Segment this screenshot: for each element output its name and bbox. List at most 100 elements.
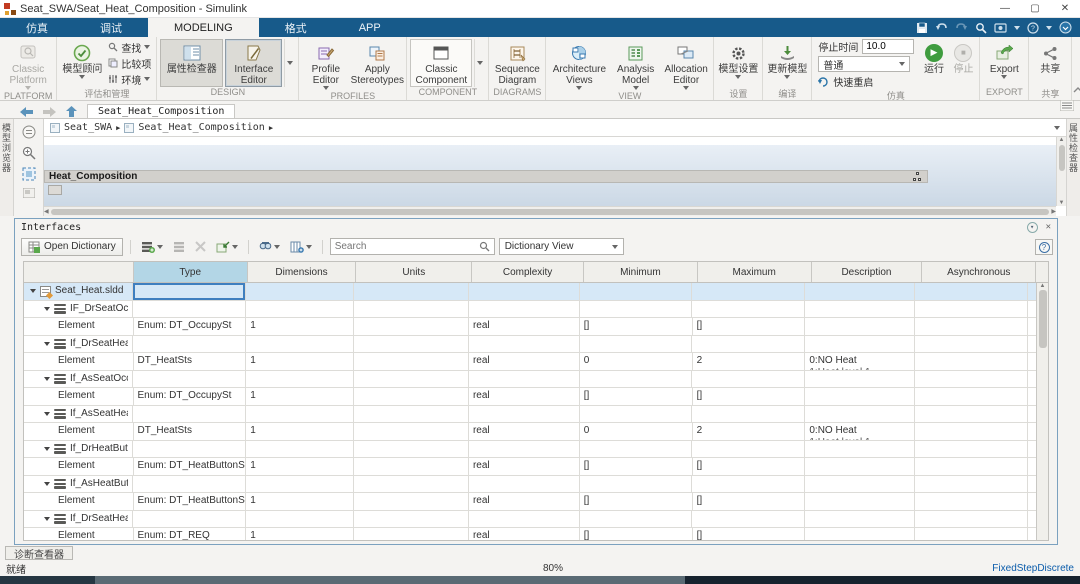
tree-cell[interactable]: Element	[24, 493, 134, 511]
cell-minimum[interactable]	[580, 301, 693, 319]
tree-cell[interactable]: Element	[24, 423, 134, 441]
cell-minimum[interactable]: []	[580, 528, 693, 540]
diagram-canvas[interactable]: Heat_Composition ▲▼ ◀▶	[44, 137, 1066, 216]
close-button[interactable]: ✕	[1050, 0, 1080, 17]
cell-type[interactable]	[133, 476, 246, 494]
help-dropdown-caret[interactable]	[1046, 26, 1052, 30]
architecture-views-button[interactable]: Architecture Views	[549, 39, 609, 91]
cell-description[interactable]	[805, 493, 915, 511]
cell-maximum[interactable]	[692, 336, 805, 354]
cell-description[interactable]	[805, 371, 915, 389]
cell-asynchronous[interactable]	[915, 441, 1028, 459]
cell-minimum[interactable]	[580, 476, 693, 494]
help-button[interactable]: ?	[1035, 239, 1053, 255]
tab-modeling[interactable]: MODELING	[148, 18, 259, 37]
cell-description[interactable]	[805, 528, 915, 540]
cell-type[interactable]: Enum: DT_HeatButtonSt	[134, 458, 247, 476]
cell-asynchronous[interactable]	[915, 458, 1028, 476]
expand-triangle-icon[interactable]	[44, 342, 50, 346]
cell-description[interactable]	[805, 406, 915, 424]
cell-dimensions[interactable]	[246, 441, 354, 459]
canvas-horizontal-scrollbar[interactable]: ◀▶	[44, 206, 1056, 216]
share-button[interactable]: 共享	[1032, 39, 1068, 87]
tab-debug[interactable]: 调试	[74, 18, 148, 37]
back-icon[interactable]	[20, 107, 33, 117]
cell-units[interactable]	[354, 441, 469, 459]
cell-complexity[interactable]: real	[469, 353, 580, 371]
cell-complexity[interactable]	[469, 441, 580, 459]
minimize-button[interactable]: —	[990, 0, 1020, 17]
table-row-interface[interactable]: IF_DrSeatOccup	[24, 301, 1036, 319]
export-button[interactable]: Export	[983, 39, 1025, 87]
cell-dimensions[interactable]	[246, 336, 354, 354]
table-row-interface[interactable]: If_DrSeatHeatCo	[24, 511, 1036, 529]
table-row-element[interactable]: ElementEnum: DT_OccupySt1real[][]	[24, 388, 1036, 406]
solver-name[interactable]: FixedStepDiscrete	[992, 563, 1074, 574]
cell-units[interactable]	[354, 371, 469, 389]
table-row-element[interactable]: ElementEnum: DT_REQ1real[][]	[24, 528, 1036, 540]
breadcrumb-item-model[interactable]: Seat_SWA	[64, 122, 112, 133]
cell-asynchronous[interactable]	[915, 283, 1028, 301]
cell-maximum[interactable]: 2	[693, 423, 806, 441]
cell-units[interactable]	[354, 388, 469, 406]
columns-button[interactable]	[287, 238, 315, 256]
delete-button[interactable]	[192, 238, 209, 256]
expand-triangle-icon[interactable]	[44, 447, 50, 451]
cell-units[interactable]	[354, 406, 469, 424]
tab-format[interactable]: 格式	[259, 18, 333, 37]
search-icon[interactable]	[975, 22, 987, 34]
view-selector[interactable]: Dictionary View	[499, 238, 624, 255]
cell-maximum[interactable]	[692, 406, 805, 424]
cell-maximum[interactable]: []	[693, 528, 806, 540]
cell-complexity[interactable]: real	[469, 493, 580, 511]
heat-composition-header[interactable]: Heat_Composition	[44, 170, 928, 183]
tree-cell[interactable]: Element	[24, 458, 134, 476]
cell-maximum[interactable]	[692, 511, 805, 529]
tree-cell[interactable]: If_DrHeatButtonS	[24, 441, 133, 459]
collapse-toolstrip-icon[interactable]	[1072, 86, 1080, 94]
model-settings-button[interactable]: 模型设置	[717, 39, 759, 87]
table-row-element[interactable]: ElementEnum: DT_HeatButtonSt1real[][]	[24, 458, 1036, 476]
profile-editor-button[interactable]: Profile Editor	[302, 39, 349, 91]
column-header-maximum[interactable]: Maximum	[698, 262, 812, 282]
table-row-element[interactable]: ElementDT_HeatSts1real020:NO Heat1:Heat …	[24, 353, 1036, 371]
cell-description[interactable]	[805, 458, 915, 476]
column-header-description[interactable]: Description	[812, 262, 923, 282]
cell-description[interactable]	[805, 318, 915, 336]
expand-triangle-icon[interactable]	[44, 307, 50, 311]
cell-dimensions[interactable]: 1	[246, 353, 354, 371]
cell-asynchronous[interactable]	[915, 493, 1028, 511]
tab-app[interactable]: APP	[333, 18, 407, 37]
viewport-icon[interactable]	[23, 188, 35, 198]
run-button[interactable]: ▶ 运行	[919, 39, 948, 89]
cell-maximum[interactable]	[692, 476, 805, 494]
collapse-ribbon-icon[interactable]	[1059, 21, 1072, 34]
forward-icon[interactable]	[43, 107, 56, 117]
cell-asynchronous[interactable]	[915, 318, 1028, 336]
filter-button[interactable]	[256, 238, 283, 256]
tree-cell[interactable]: If_DrSeatHeatSt	[24, 336, 133, 354]
compare-button[interactable]: 比较项	[106, 56, 153, 71]
environment-button[interactable]: 环境	[106, 72, 153, 87]
cell-dimensions[interactable]	[246, 511, 354, 529]
document-tab[interactable]: Seat_Heat_Composition	[87, 104, 235, 118]
cell-type[interactable]: DT_HeatSts	[134, 423, 247, 441]
column-header-dimensions[interactable]: Dimensions	[248, 262, 357, 282]
table-vertical-scrollbar[interactable]: ▲▼	[1036, 283, 1048, 540]
cell-type[interactable]	[133, 371, 246, 389]
model-browser-strip[interactable]: 模型浏览器	[0, 119, 14, 216]
breadcrumb-dropdown-caret[interactable]	[1054, 126, 1060, 130]
up-icon[interactable]	[66, 106, 77, 117]
tree-cell[interactable]: If_DrSeatHeatCo	[24, 511, 133, 529]
cell-units[interactable]	[354, 301, 469, 319]
table-row-element[interactable]: ElementEnum: DT_HeatButtonSt1real[][]	[24, 493, 1036, 511]
cell-asynchronous[interactable]	[915, 336, 1028, 354]
search-icon[interactable]	[479, 241, 490, 252]
dock-panel-icon[interactable]: ▾	[1027, 222, 1038, 233]
cell-dimensions[interactable]: 1	[246, 388, 354, 406]
tree-cell[interactable]: Element	[24, 388, 134, 406]
cell-complexity[interactable]: real	[469, 528, 580, 540]
table-row-interface[interactable]: Seat_Heat.sldd	[24, 283, 1036, 301]
property-inspector-strip[interactable]: 属性检查器	[1066, 119, 1080, 216]
cell-maximum[interactable]	[692, 301, 805, 319]
